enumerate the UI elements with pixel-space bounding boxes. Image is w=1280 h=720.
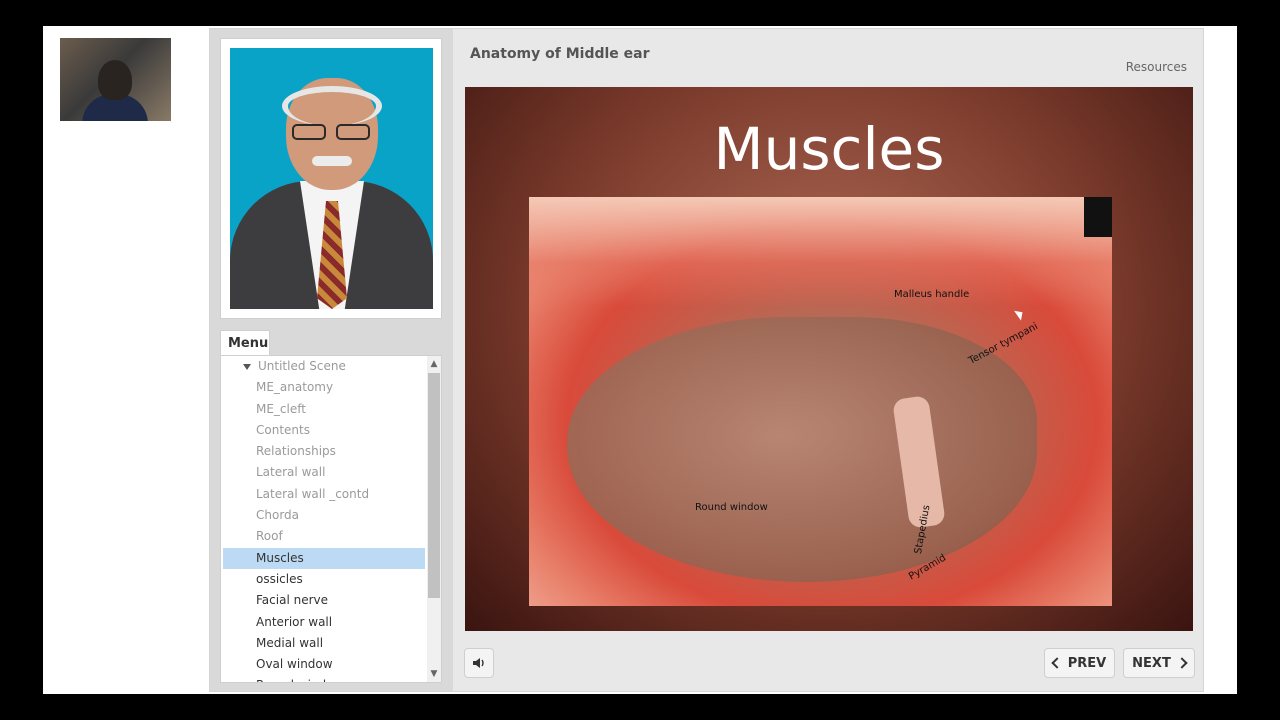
menu-scrollbar[interactable]: ▲ ▼ (427, 356, 441, 682)
menu-scene-header[interactable]: Untitled Scene (221, 356, 425, 377)
menu-item-oval-window[interactable]: Oval window (221, 654, 425, 675)
collapse-triangle-icon[interactable] (243, 363, 251, 370)
photo-moustache (312, 156, 352, 166)
label-round-window: Round window (695, 502, 768, 513)
menu-item-facial-nerve[interactable]: Facial nerve (221, 590, 425, 611)
webcam-thumbnail (60, 38, 171, 121)
resources-link[interactable]: Resources (1126, 60, 1187, 74)
webcam-person-head (98, 60, 132, 100)
course-player: Menu Untitled Scene ME_anatomy ME_cleft Co… (209, 28, 1204, 692)
presenter-card (220, 38, 442, 319)
next-button[interactable]: NEXT (1123, 648, 1195, 678)
menu-item-medial-wall[interactable]: Medial wall (221, 633, 425, 654)
presenter-photo (230, 48, 433, 309)
scrollbar-thumb[interactable] (428, 373, 440, 598)
prev-button[interactable]: PREV (1044, 648, 1115, 678)
photo-hair (282, 86, 382, 126)
lesson-title: Anatomy of Middle ear (470, 46, 650, 62)
speaker-icon (473, 658, 484, 668)
menu-item-roof[interactable]: Roof (221, 526, 425, 547)
label-malleus-handle: Malleus handle (894, 289, 970, 300)
menu-scene-label: Untitled Scene (258, 359, 346, 373)
otoscopic-image: Malleus handle Tensor tympani Round wind… (529, 197, 1112, 606)
chevron-right-icon (1176, 657, 1188, 669)
menu-item-round-window[interactable]: Round window (221, 675, 425, 682)
menu-tab[interactable]: Menu (220, 330, 270, 356)
menu-item-me-anatomy[interactable]: ME_anatomy (221, 377, 425, 398)
menu-item-contents[interactable]: Contents (221, 420, 425, 441)
scroll-up-arrow-icon[interactable]: ▲ (427, 356, 441, 372)
scroll-down-arrow-icon[interactable]: ▼ (427, 666, 441, 682)
menu-item-lateral-wall[interactable]: Lateral wall (221, 462, 425, 483)
sidebar: Menu Untitled Scene ME_anatomy ME_cleft Co… (210, 29, 453, 691)
slide-canvas: Muscles Malleus handle Tensor tympani Ro… (465, 87, 1193, 631)
menu-item-ossicles[interactable]: ossicles (221, 569, 425, 590)
menu-item-anterior-wall[interactable]: Anterior wall (221, 612, 425, 633)
audio-toggle-button[interactable] (464, 648, 494, 678)
image-dark-corner (1084, 197, 1112, 237)
slide-title: Muscles (713, 115, 945, 183)
menu-item-lateral-wall-contd[interactable]: Lateral wall _contd (221, 484, 425, 505)
menu-item-chorda[interactable]: Chorda (221, 505, 425, 526)
menu-list: Untitled Scene ME_anatomy ME_cleft Content… (221, 356, 425, 682)
menu-item-relationships[interactable]: Relationships (221, 441, 425, 462)
chevron-left-icon (1051, 657, 1063, 669)
next-label: NEXT (1132, 655, 1171, 671)
image-rim (529, 197, 1112, 307)
menu-item-muscles[interactable]: Muscles (223, 547, 425, 569)
prev-label: PREV (1067, 655, 1107, 671)
menu-item-me-cleft[interactable]: ME_cleft (221, 399, 425, 420)
photo-glasses (292, 124, 372, 142)
menu-panel: Untitled Scene ME_anatomy ME_cleft Content… (220, 355, 442, 683)
